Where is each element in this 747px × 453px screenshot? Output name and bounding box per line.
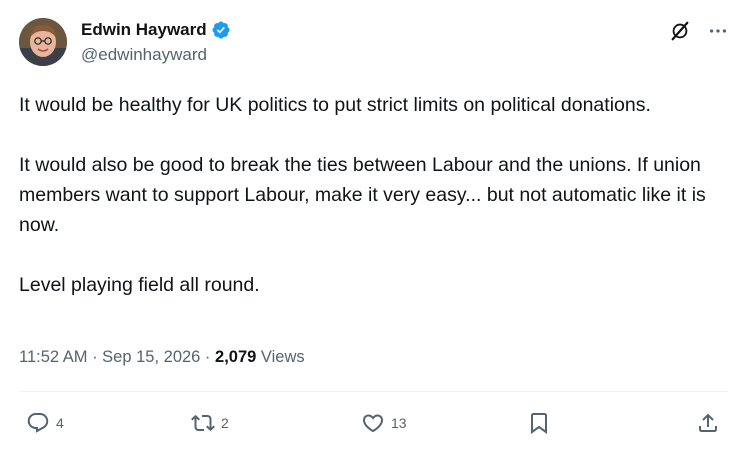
avatar[interactable] <box>19 18 67 66</box>
meta-separator: · <box>87 348 103 366</box>
like-icon <box>362 414 384 433</box>
more-icon[interactable] <box>707 20 729 42</box>
action-bar: 4 2 13 <box>0 405 747 441</box>
views-label: Views <box>256 348 305 366</box>
divider <box>19 391 728 392</box>
like-count: 13 <box>391 415 407 431</box>
share-button[interactable] <box>696 405 720 441</box>
author-name[interactable]: Edwin Hayward <box>81 20 207 40</box>
views-count: 2,079 <box>215 348 257 366</box>
bookmark-button[interactable] <box>527 405 551 441</box>
author-name-row[interactable]: Edwin Hayward <box>81 20 231 40</box>
tweet-text: It would be healthy for UK politics to p… <box>19 90 734 300</box>
grok-icon[interactable] <box>669 20 691 42</box>
author-handle[interactable]: @edwinhayward <box>81 45 207 65</box>
tweet-paragraph: Level playing field all round. <box>19 274 260 296</box>
repost-count: 2 <box>221 415 229 431</box>
tweet-paragraph: It would be healthy for UK politics to p… <box>19 94 651 116</box>
repost-button[interactable]: 2 <box>191 405 229 441</box>
verified-badge-icon[interactable] <box>211 20 231 40</box>
tweet-meta: 11:52 AM · Sep 15, 2026 · 2,079 Views <box>19 348 305 367</box>
bookmark-icon <box>531 413 547 434</box>
like-button[interactable]: 13 <box>361 405 407 441</box>
share-icon <box>699 413 717 432</box>
reply-icon <box>27 413 49 433</box>
reply-button[interactable]: 4 <box>26 405 64 441</box>
tweet-paragraph: It would also be good to break the ties … <box>19 154 706 236</box>
reply-count: 4 <box>56 415 64 431</box>
tweet-date[interactable]: Sep 15, 2026 <box>102 348 200 366</box>
repost-icon <box>191 414 215 432</box>
meta-separator: · <box>200 348 216 366</box>
tweet-time[interactable]: 11:52 AM <box>19 348 88 366</box>
